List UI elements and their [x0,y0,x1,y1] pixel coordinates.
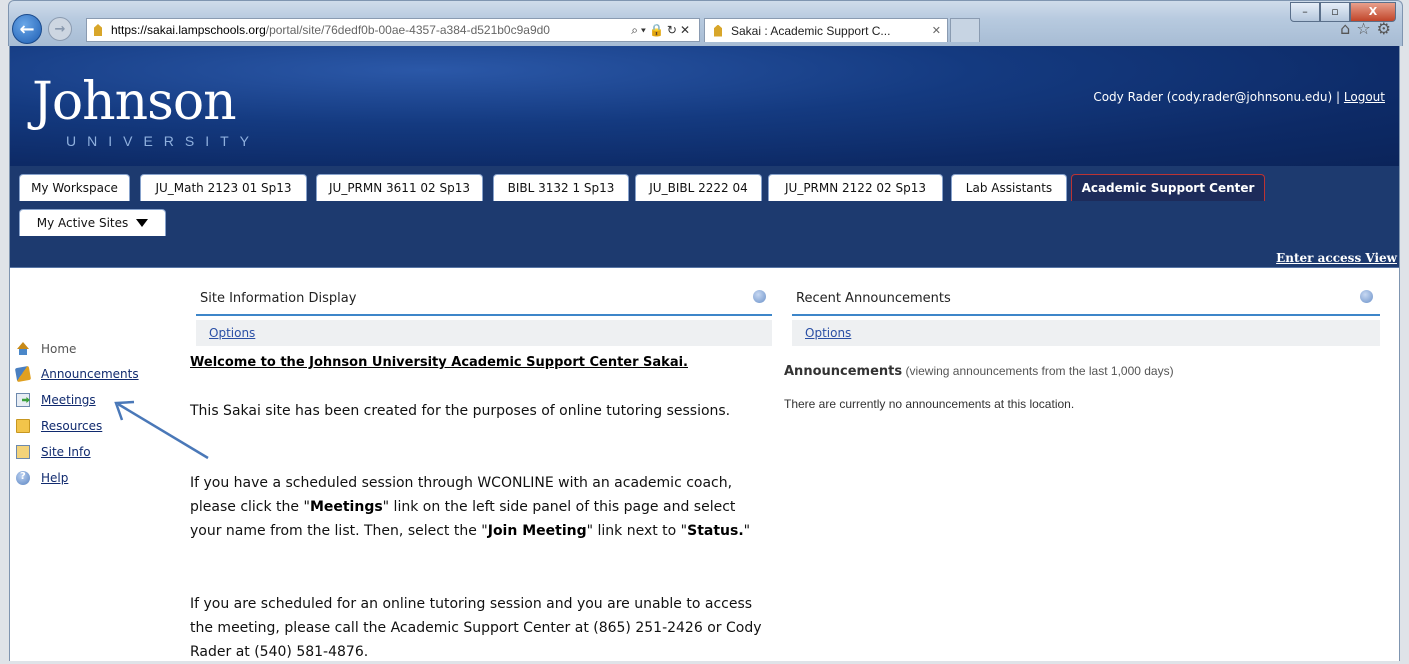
nav-help[interactable]: Help [16,465,139,491]
nav-announcements-label: Announcements [41,367,139,381]
minimize-button[interactable]: – [1290,2,1320,22]
back-button[interactable]: ← [12,14,42,44]
tab-ju-prmn-3611[interactable]: JU_PRMN 3611 02 Sp13 [316,174,483,201]
nav-home-label: Home [41,342,77,356]
site-header: Johnson UNIVERSITY Cody Rader (cody.rade… [10,46,1399,166]
announcements-heading: Announcements (viewing announcements fro… [784,364,1174,379]
tab-close-icon[interactable]: ✕ [932,24,941,37]
tab-academic-support-center[interactable]: Academic Support Center [1071,174,1265,201]
folder-icon [16,419,30,433]
help-icon [16,471,30,485]
site-tabs-bar: My Workspace JU_Math 2123 01 Sp13 JU_PRM… [10,166,1399,268]
announcements-help-icon[interactable] [1360,290,1373,303]
tab-ju-prmn-2122[interactable]: JU_PRMN 2122 02 Sp13 [768,174,943,201]
tab-ju-bibl-2222[interactable]: JU_BIBL 2222 04 [635,174,762,201]
nav-resources-label: Resources [41,419,103,433]
announcements-heading-label: Announcements [784,364,903,379]
instructions-text-3: " link next to " [586,523,688,539]
nav-announcements[interactable]: Announcements [14,361,139,387]
announcements-heading-sub: (viewing announcements from the last 1,0… [905,364,1174,378]
instructions-meetings-bold: Meetings [309,499,383,515]
page: Johnson UNIVERSITY Cody Rader (cody.rade… [9,46,1400,661]
url-path: /portal/site/76dedf0b-00ae-4357-a384-d52… [265,23,550,37]
announcements-options-bar: Options [792,320,1380,346]
tab-favicon-icon [711,24,725,38]
meetings-icon [16,393,30,407]
address-actions-icon[interactable]: ⌕▾🔒↻✕ [631,23,699,38]
user-separator: | [1336,90,1341,104]
logo-subtitle: UNIVERSITY [66,133,261,149]
gear-icon[interactable]: ⚙ [1377,19,1397,38]
site-info-help-icon[interactable] [753,290,766,303]
nav-help-label: Help [41,471,69,485]
site-info-divider [196,314,772,316]
nav-site-info-label: Site Info [41,445,91,459]
my-active-sites-button[interactable]: My Active Sites [19,209,166,236]
site-favicon-icon [91,23,105,37]
welcome-heading: Welcome to the Johnson University Academ… [190,355,688,370]
dropdown-triangle-icon [136,219,149,227]
url-host: https://sakai.lampschools.org [111,23,266,37]
announcements-title: Recent Announcements [796,291,951,306]
forward-button[interactable]: → [48,17,72,41]
browser-tab[interactable]: Sakai : Academic Support C... ✕ [704,18,948,42]
logout-link[interactable]: Logout [1344,90,1385,104]
tab-lab-assistants[interactable]: Lab Assistants [951,174,1067,201]
nav-home[interactable]: Home [16,337,139,361]
site-info-options-bar: Options [196,320,772,346]
site-info-title: Site Information Display [200,291,357,306]
instructions-paragraph: If you have a scheduled session through … [190,471,770,543]
tab-bibl-3132[interactable]: BIBL 3132 1 Sp13 [493,174,629,201]
intro-paragraph: This Sakai site has been created for the… [190,403,731,419]
favorites-star-icon[interactable]: ☆ [1356,19,1376,38]
announcements-icon [14,365,32,383]
home-icon [16,342,30,356]
instructions-join-bold: Join Meeting [487,523,587,539]
tab-ju-math[interactable]: JU_Math 2123 01 Sp13 [140,174,307,201]
site-info-options-link[interactable]: Options [209,326,255,340]
my-active-sites-label: My Active Sites [36,216,129,230]
address-bar[interactable]: https://sakai.lampschools.org/portal/sit… [86,18,700,42]
tab-title: Sakai : Academic Support C... [731,23,891,38]
user-name: Cody Rader (cody.rader@johnsonu.edu) [1093,90,1333,104]
announcements-options-link[interactable]: Options [805,326,851,340]
enter-access-view-link[interactable]: Enter access View [1276,251,1397,265]
home-icon[interactable]: ⌂ [1340,19,1356,38]
toolbar-icons[interactable]: ⌂☆⚙ [1340,19,1397,38]
tab-my-workspace[interactable]: My Workspace [19,174,130,201]
instructions-text-4: " [743,523,751,539]
announcements-divider [792,314,1380,316]
site-info-icon [16,445,30,459]
logo: Johnson [32,72,237,132]
user-info: Cody Rader (cody.rader@johnsonu.edu) | L… [1093,90,1385,104]
contact-paragraph: If you are scheduled for an online tutor… [190,596,762,660]
instructions-status-bold: Status. [687,523,744,539]
announcements-empty-message: There are currently no announcements at … [784,397,1075,411]
new-tab-button[interactable] [950,18,980,42]
nav-meetings-label: Meetings [41,393,96,407]
